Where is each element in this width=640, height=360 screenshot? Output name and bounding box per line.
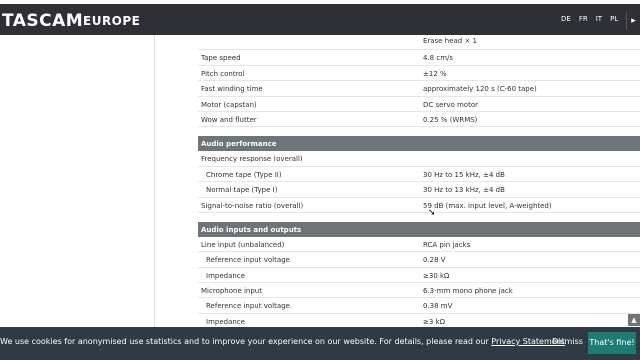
- spec-row: Normal tape (Type I) 30 Hz to 13 kHz, ±4…: [198, 182, 640, 198]
- spec-value: RCA pin jacks: [423, 240, 471, 249]
- spec-value: approximately 120 s (C-60 tape): [423, 85, 537, 94]
- language-fr[interactable]: FR: [579, 15, 588, 23]
- spec-row: Pitch control ±12 %: [198, 66, 640, 82]
- cookie-banner: We use cookies for anonymised use statis…: [0, 327, 640, 360]
- spec-key: Impedance: [206, 271, 245, 280]
- spec-key: Reference input voltage: [206, 302, 290, 311]
- spec-row: Wow and flutter 0.25 % (WRMS): [198, 112, 640, 128]
- spec-content: Erase head × 1 Tape speed 4.8 cm/s Pitch…: [154, 35, 640, 327]
- spec-row: Line input (unbalanced) RCA pin jacks: [198, 237, 640, 253]
- spec-row: Fast winding time approximately 120 s (C…: [198, 81, 640, 97]
- spec-value: 0.28 V: [423, 256, 446, 265]
- language-it[interactable]: IT: [596, 15, 602, 23]
- spec-value: 0.38 mV: [423, 302, 453, 311]
- top-navigation-bar: TASCAM EUROPE DE FR IT PL ▸: [0, 4, 640, 35]
- spec-row: Impedance ≥30 kΩ: [198, 268, 640, 284]
- spec-key: Microphone input: [201, 287, 262, 296]
- spec-row: Signal-to-noise ratio (overall) 59 dB (m…: [198, 198, 640, 213]
- spec-key: Impedance: [206, 317, 245, 326]
- section-header-audio-io: Audio inputs and outputs: [198, 221, 640, 237]
- menu-edge-icon[interactable]: ▸: [626, 12, 640, 30]
- spec-value: ≥3 kΩ: [423, 317, 445, 326]
- spec-key: Wow and flutter: [201, 115, 257, 124]
- accept-cookies-button[interactable]: That's fine!: [588, 332, 636, 354]
- section-header-audio-performance: Audio performance: [198, 136, 640, 152]
- spec-key: Motor (capstan): [201, 100, 257, 109]
- brand-logo[interactable]: TASCAM: [2, 11, 83, 31]
- spec-value: ±12 %: [423, 69, 447, 78]
- spec-key: Chrome tape (Type II): [206, 170, 282, 179]
- spec-row: Impedance ≥3 kΩ: [198, 314, 640, 327]
- spec-key: Signal-to-noise ratio (overall): [201, 201, 304, 210]
- spec-key: Pitch control: [201, 69, 245, 78]
- cookie-text: We use cookies for anonymised use statis…: [0, 337, 492, 346]
- spec-row: Microphone input 6.3-mm mono phone jack: [198, 283, 640, 299]
- spec-row: Chrome tape (Type II) 30 Hz to 15 kHz, ±…: [198, 167, 640, 183]
- spec-value: Erase head × 1: [423, 37, 478, 45]
- spec-key: Line input (unbalanced): [201, 240, 285, 249]
- dismiss-button[interactable]: Dismiss: [552, 337, 583, 346]
- spec-row: Reference input voltage 0.28 V: [198, 252, 640, 268]
- spec-key: Reference input voltage: [206, 256, 290, 265]
- spec-value: 4.8 cm/s: [423, 54, 454, 63]
- spec-row: Motor (capstan) DC servo motor: [198, 97, 640, 112]
- language-switcher: DE FR IT PL: [561, 15, 618, 23]
- spec-value: 59 dB (max. input level, A-weighted): [423, 201, 552, 210]
- region-label: EUROPE: [83, 14, 141, 28]
- language-de[interactable]: DE: [561, 15, 571, 23]
- spec-row: Erase head × 1: [198, 35, 640, 51]
- spec-value: 6.3-mm mono phone jack: [423, 287, 513, 296]
- spec-value: 0.25 % (WRMS): [423, 115, 478, 124]
- mouse-pointer-icon: ➘: [428, 208, 436, 218]
- chevron-up-icon[interactable]: ▲: [628, 314, 640, 326]
- spec-key: Normal tape (Type I): [206, 186, 278, 195]
- spec-key: Frequency response (overall): [201, 155, 303, 164]
- spec-value: DC servo motor: [423, 100, 478, 109]
- spec-row: Frequency response (overall): [198, 151, 640, 167]
- cookie-message: We use cookies for anonymised use statis…: [0, 337, 565, 346]
- spec-key: Fast winding time: [201, 85, 263, 94]
- spec-value: 30 Hz to 15 kHz, ±4 dB: [423, 170, 505, 179]
- spec-row: Tape speed 4.8 cm/s: [198, 50, 640, 66]
- spec-value: 30 Hz to 13 kHz, ±4 dB: [423, 186, 505, 195]
- spec-table: Erase head × 1 Tape speed 4.8 cm/s Pitch…: [198, 35, 640, 327]
- spec-key: Tape speed: [201, 54, 241, 63]
- spec-row: Reference input voltage 0.38 mV: [198, 298, 640, 314]
- spec-value: ≥30 kΩ: [423, 271, 450, 280]
- language-pl[interactable]: PL: [610, 15, 618, 23]
